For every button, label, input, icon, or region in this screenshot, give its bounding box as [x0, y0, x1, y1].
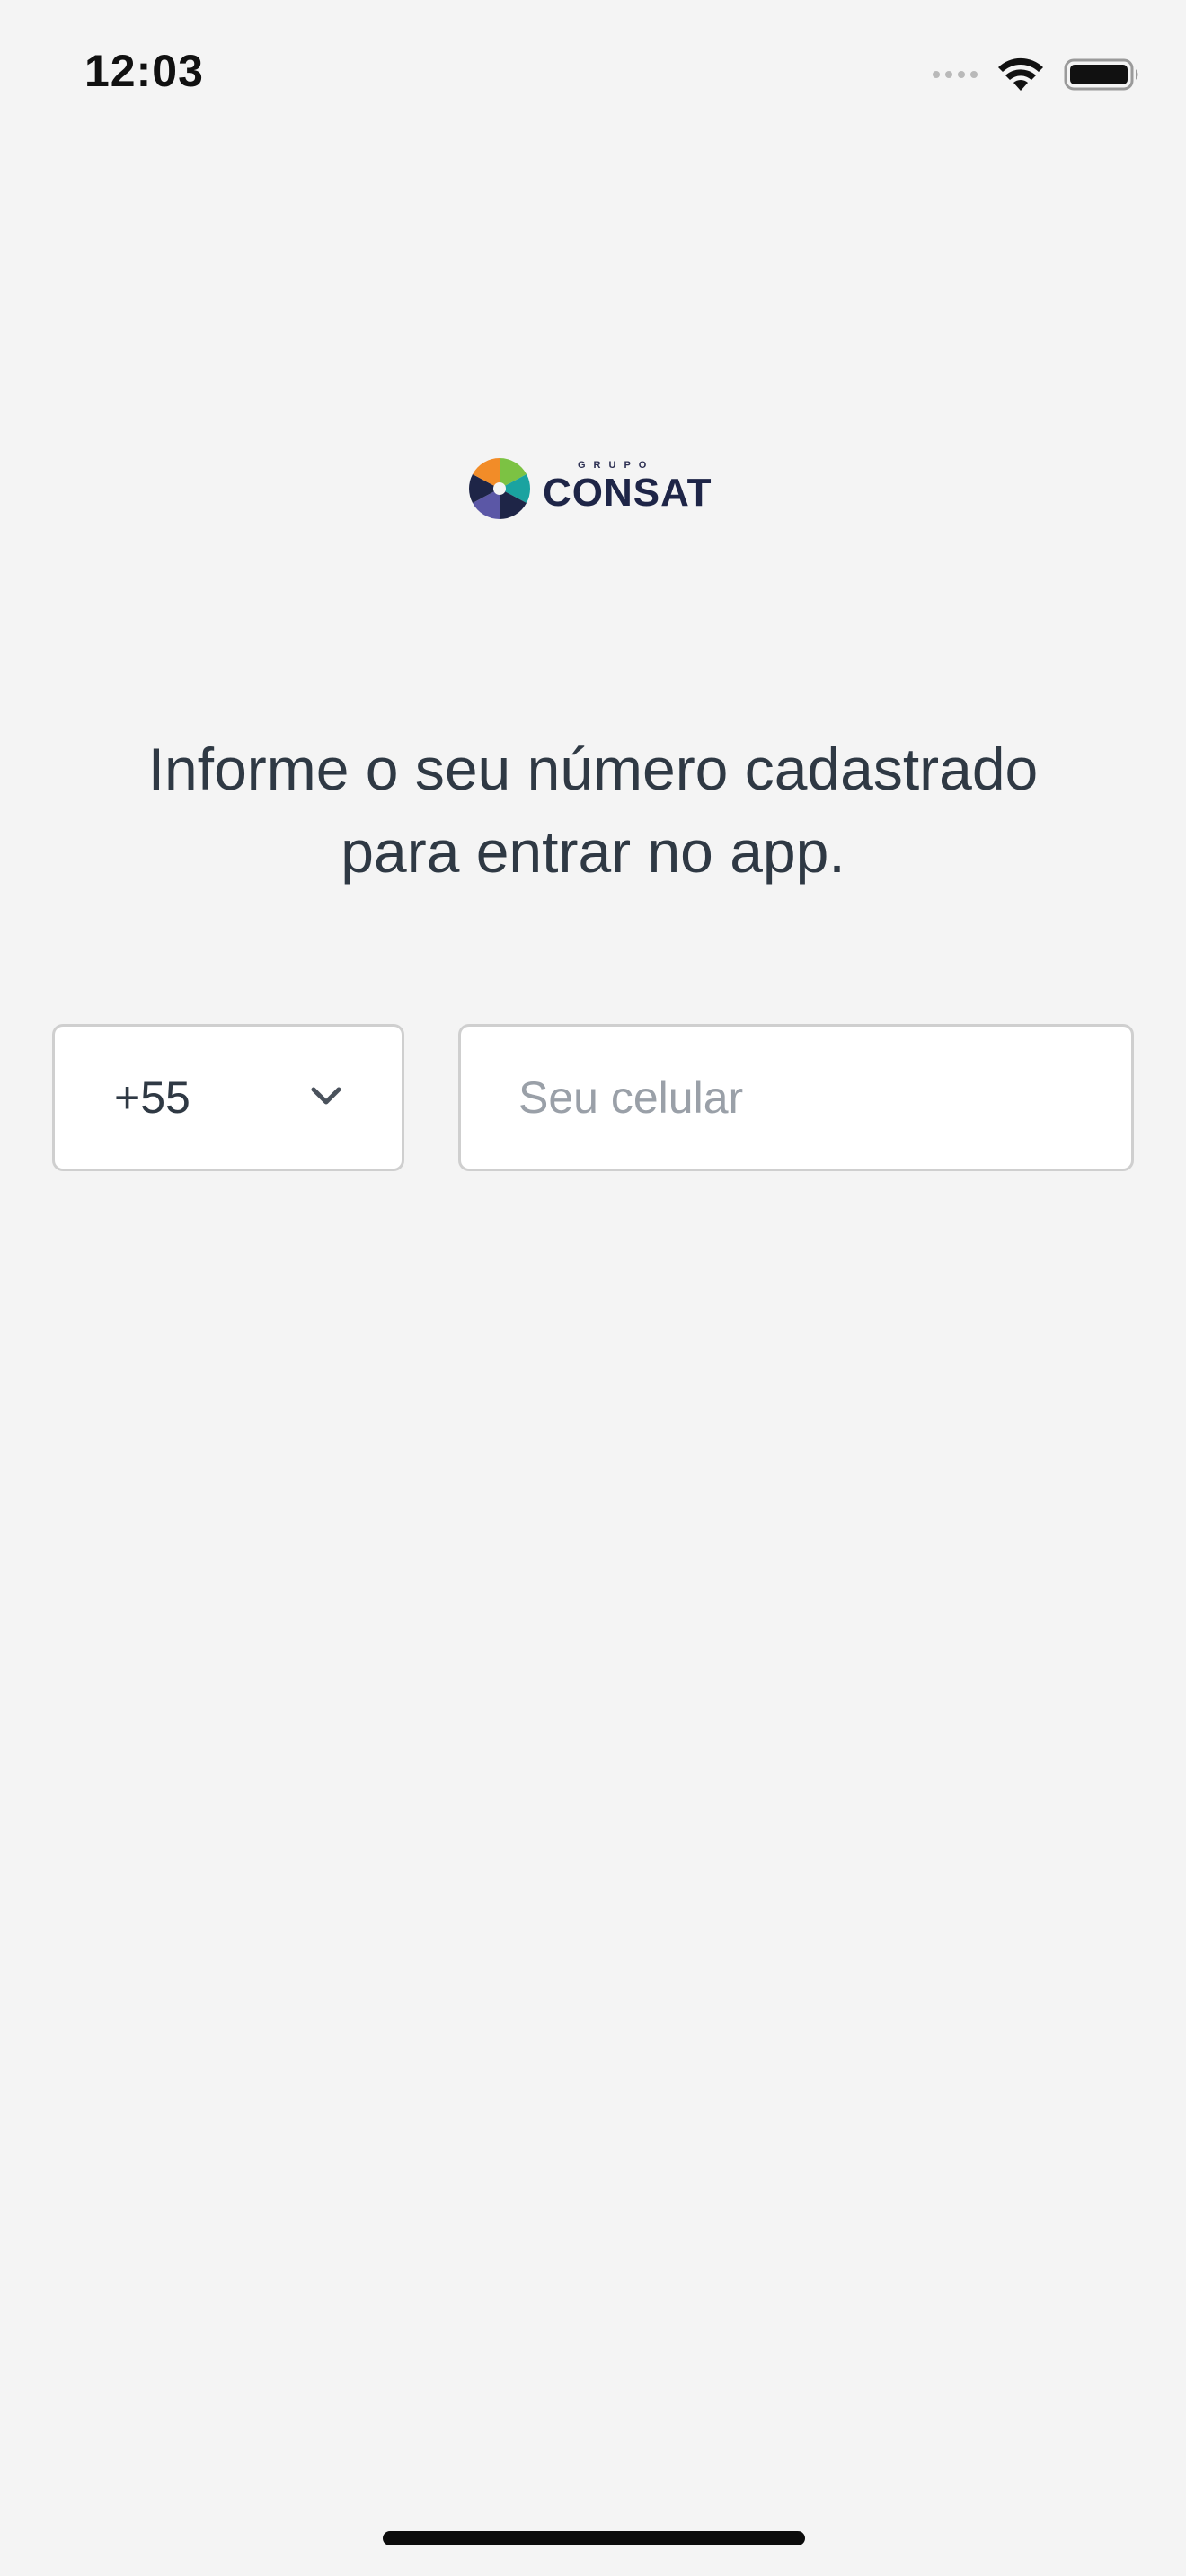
logo-mark-icon — [469, 458, 530, 519]
chevron-down-icon — [311, 1087, 341, 1105]
country-code-select[interactable]: +55 — [52, 1024, 404, 1171]
instruction-text: Informe o seu número cadastrado para ent… — [54, 728, 1132, 893]
signal-icon — [933, 71, 978, 78]
status-bar: 12:03 — [0, 0, 1186, 144]
logo-name: CONSAT — [543, 471, 712, 515]
company-logo: GRUPO CONSAT — [467, 449, 737, 530]
instruction-line-1: Informe o seu número cadastrado — [147, 736, 1039, 802]
instruction-line-2: para entrar no app. — [341, 818, 845, 885]
phone-number-input[interactable] — [458, 1024, 1134, 1171]
country-code-value: +55 — [114, 1072, 190, 1123]
battery-icon — [1064, 58, 1138, 91]
wifi-icon — [998, 57, 1043, 91]
status-time: 12:03 — [84, 46, 204, 96]
home-indicator[interactable] — [383, 2531, 805, 2545]
status-icons — [933, 52, 1141, 97]
logo-subtitle: GRUPO — [578, 460, 655, 471]
